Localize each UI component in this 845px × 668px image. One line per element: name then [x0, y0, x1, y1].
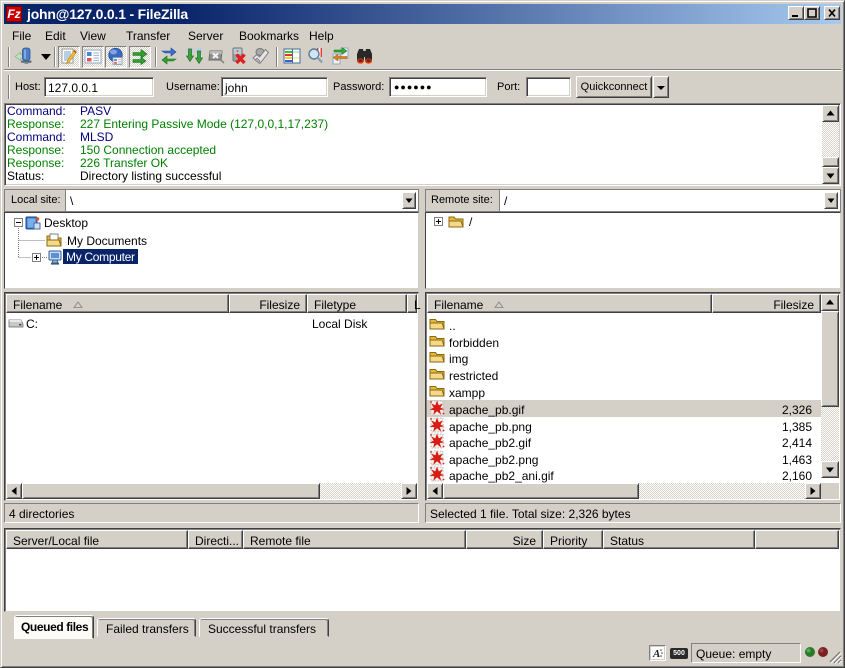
svg-text:A: A [652, 648, 660, 660]
